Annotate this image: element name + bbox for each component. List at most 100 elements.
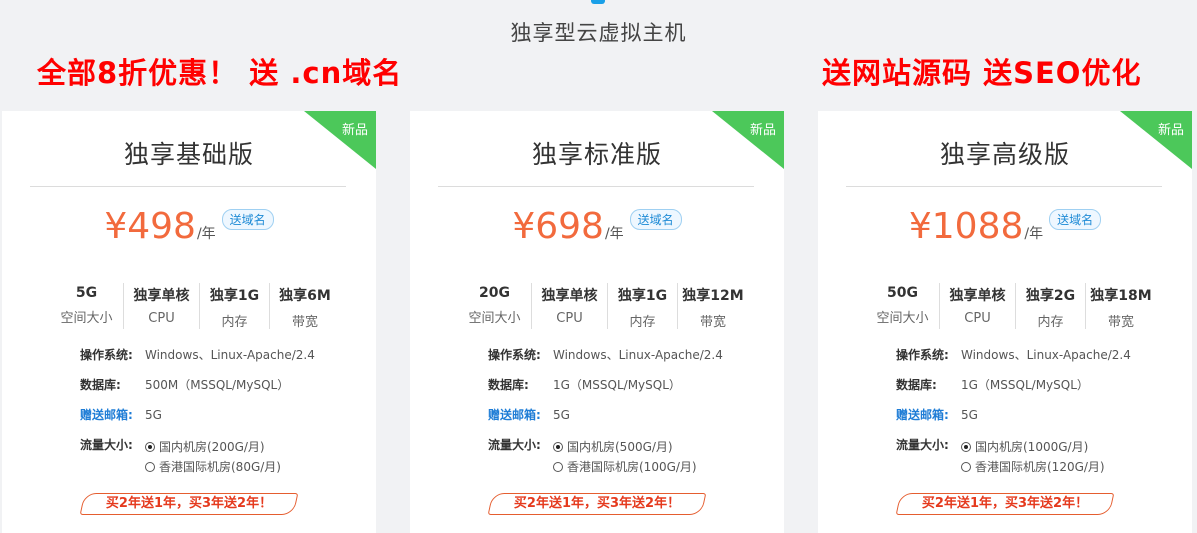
spec-label: 空间大小 (468, 311, 521, 326)
price: ¥1088 (908, 206, 1024, 247)
price-unit: /年 (1024, 226, 1044, 242)
price-unit: /年 (196, 226, 216, 242)
free-mailbox-value: 5G (553, 408, 570, 422)
os-value: Windows、Linux-Apache/2.4 (145, 348, 315, 362)
database-value: 1G（MSSQL/MySQL） (961, 378, 1089, 392)
spec-label: CPU (964, 311, 991, 326)
multi-year-promo: 买2年送1年，买3年送2年！ (921, 496, 1089, 511)
database-value: 1G（MSSQL/MySQL） (553, 378, 681, 392)
spec-label: CPU (148, 311, 175, 326)
plan-details: 操作系统: Windows、Linux-Apache/2.4 数据库: 500M（M… (80, 347, 360, 474)
traffic-option-hongkong[interactable]: 香港国际机房(80G/月) (145, 457, 281, 477)
price-unit: /年 (604, 226, 624, 242)
traffic-option-label: 香港国际机房(120G/月) (975, 460, 1105, 474)
spec-memory: 独享2G 内存 (1016, 283, 1086, 330)
spec-label: CPU (556, 311, 583, 326)
os-value: Windows、Linux-Apache/2.4 (961, 348, 1131, 362)
free-mailbox-label: 赠送邮箱: (488, 408, 541, 422)
radio-selected-icon[interactable] (961, 442, 971, 452)
plan-name: 独享高级版 (939, 140, 1070, 169)
radio-selected-icon[interactable] (145, 442, 155, 452)
top-accent-tab (591, 0, 605, 4)
spec-label: 空间大小 (876, 311, 929, 326)
traffic-option-label: 国内机房(1000G/月) (975, 440, 1089, 454)
free-domain-badge: 送域名 (1049, 209, 1102, 230)
spec-label: 带宽 (291, 315, 318, 330)
radio-unselected-icon[interactable] (961, 462, 971, 472)
database-label: 数据库: (488, 378, 529, 392)
os-label: 操作系统: (488, 348, 541, 362)
plan-card-standard[interactable]: 新品 独享标准版 ¥698/年送域名 20G 空间大小 独享单核 CPU 独享1G 内… (410, 111, 784, 533)
spec-list: 50G 空间大小 独享单核 CPU 独享2G 内存 独享18M 带宽 (866, 283, 1156, 330)
spec-value: 5G (75, 285, 98, 301)
traffic-option-hongkong[interactable]: 香港国际机房(100G/月) (553, 457, 697, 477)
traffic-label: 流量大小: (488, 438, 541, 452)
database-label: 数据库: (896, 378, 937, 392)
spec-space: 5G 空间大小 (50, 283, 124, 329)
price: ¥698 (512, 206, 604, 247)
multi-year-promo: 买2年送1年，买3年送2年！ (105, 496, 273, 511)
traffic-option-label: 国内机房(500G/月) (567, 440, 673, 454)
spec-value: 独享18M (1090, 288, 1152, 304)
traffic-option-domestic[interactable]: 国内机房(500G/月) (553, 437, 697, 457)
multi-year-promo: 买2年送1年，买3年送2年！ (513, 496, 681, 511)
spec-space: 50G 空间大小 (866, 283, 940, 329)
os-label: 操作系统: (896, 348, 949, 362)
spec-cpu: 独享单核 CPU (532, 283, 608, 329)
free-mailbox-value: 5G (145, 408, 162, 422)
page-title: 独享型云虚拟主机 (510, 21, 687, 45)
spec-value: 独享2G (1025, 288, 1076, 304)
spec-value: 独享单核 (133, 288, 190, 304)
spec-value: 独享1G (209, 288, 260, 304)
spec-memory: 独享1G 内存 (200, 283, 270, 330)
radio-unselected-icon[interactable] (553, 462, 563, 472)
traffic-option-hongkong[interactable]: 香港国际机房(120G/月) (961, 457, 1105, 477)
free-mailbox-label: 赠送邮箱: (896, 408, 949, 422)
traffic-label: 流量大小: (896, 438, 949, 452)
spec-label: 内存 (221, 315, 248, 330)
free-domain-badge: 送域名 (221, 209, 274, 230)
spec-bandwidth: 独享12M 带宽 (678, 283, 748, 330)
divider (846, 186, 1162, 187)
divider (438, 186, 754, 187)
spec-list: 5G 空间大小 独享单核 CPU 独享1G 内存 独享6M 带宽 (50, 283, 340, 330)
promo-banner-left: 全部8折优惠！ 送 .cn域名 (37, 56, 403, 90)
plan-details: 操作系统: Windows、Linux-Apache/2.4 数据库: 1G（MSS… (896, 347, 1176, 474)
traffic-option-label: 香港国际机房(80G/月) (159, 460, 281, 474)
price-row: ¥698/年送域名 (410, 205, 784, 255)
spec-value: 独享单核 (541, 288, 598, 304)
free-domain-badge: 送域名 (629, 209, 682, 230)
radio-selected-icon[interactable] (553, 442, 563, 452)
plan-card-basic[interactable]: 新品 独享基础版 ¥498/年送域名 5G 空间大小 独享单核 CPU 独享1G 内存… (2, 111, 376, 533)
plan-name: 独享基础版 (123, 140, 254, 169)
plan-card-advanced[interactable]: 新品 独享高级版 ¥1088/年送域名 50G 空间大小 独享单核 CPU 独享2G… (818, 111, 1192, 533)
spec-cpu: 独享单核 CPU (940, 283, 1016, 329)
spec-bandwidth: 独享6M 带宽 (270, 283, 340, 330)
spec-value: 独享1G (617, 288, 668, 304)
traffic-option-domestic[interactable]: 国内机房(1000G/月) (961, 437, 1105, 457)
plan-name: 独享标准版 (531, 140, 662, 169)
promo-banner-right: 送网站源码 送SEO优化 (822, 56, 1142, 90)
spec-cpu: 独享单核 CPU (124, 283, 200, 329)
traffic-option-domestic[interactable]: 国内机房(200G/月) (145, 437, 281, 457)
os-label: 操作系统: (80, 348, 133, 362)
os-value: Windows、Linux-Apache/2.4 (553, 348, 723, 362)
spec-value: 20G (479, 285, 510, 301)
spec-bandwidth: 独享18M 带宽 (1086, 283, 1156, 330)
spec-list: 20G 空间大小 独享单核 CPU 独享1G 内存 独享12M 带宽 (458, 283, 748, 330)
spec-memory: 独享1G 内存 (608, 283, 678, 330)
plan-details: 操作系统: Windows、Linux-Apache/2.4 数据库: 1G（MSS… (488, 347, 768, 474)
spec-label: 带宽 (699, 315, 726, 330)
spec-value: 独享单核 (949, 288, 1006, 304)
free-mailbox-label: 赠送邮箱: (80, 408, 133, 422)
spec-space: 20G 空间大小 (458, 283, 532, 329)
traffic-options: 国内机房(500G/月) 香港国际机房(100G/月) (553, 437, 697, 477)
spec-label: 带宽 (1107, 315, 1134, 330)
radio-unselected-icon[interactable] (145, 462, 155, 472)
database-label: 数据库: (80, 378, 121, 392)
spec-value: 50G (887, 285, 918, 301)
price: ¥498 (104, 206, 196, 247)
spec-label: 内存 (1037, 315, 1064, 330)
price-row: ¥1088/年送域名 (818, 205, 1192, 255)
traffic-options: 国内机房(200G/月) 香港国际机房(80G/月) (145, 437, 281, 477)
